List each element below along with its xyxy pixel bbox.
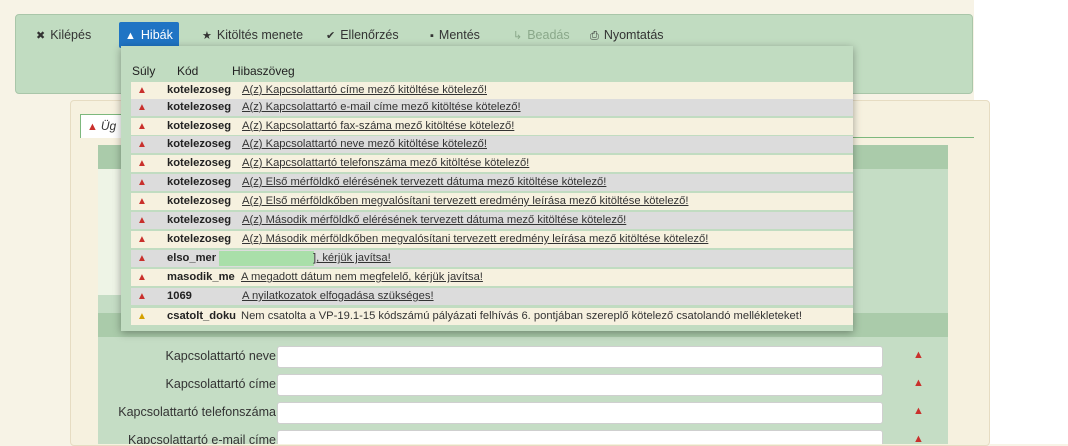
- contact-phone-input[interactable]: [277, 402, 883, 424]
- errors-table-header: Súly Kód Hibaszöveg: [121, 64, 853, 78]
- print-label: Nyomtatás: [603, 28, 664, 42]
- error-row[interactable]: ▲ kotelezoseg A(z) Kapcsolattartó fax-sz…: [131, 118, 853, 135]
- form-row: Kapcsolattartó e-mail címe ▲: [98, 428, 948, 444]
- exit-button[interactable]: ✖ Kilépés: [30, 22, 97, 48]
- error-severity-icon: ▲: [137, 158, 147, 169]
- form-row: Kapcsolattartó telefonszáma ▲: [98, 400, 948, 426]
- error-message-link[interactable]: A(z) Második mérföldkő elérésének tervez…: [242, 212, 626, 229]
- error-code: kotelezoseg: [167, 101, 232, 113]
- redacted-overlay: [219, 251, 314, 266]
- save-label: Mentés: [438, 28, 480, 42]
- field-label: Kapcsolattartó neve: [165, 349, 277, 363]
- check-label: Ellenőrzés: [340, 28, 399, 42]
- save-icon: ▪: [430, 30, 434, 42]
- star-icon: ★: [202, 30, 212, 42]
- error-severity-icon: ▲: [137, 177, 147, 188]
- error-code: kotelezoseg: [167, 120, 232, 132]
- error-message-link[interactable]: A(z) Első mérföldkőben megvalósítani ter…: [242, 193, 688, 210]
- error-severity-icon: ▲: [137, 234, 147, 245]
- error-severity-icon: ▲: [137, 85, 147, 96]
- code-column-header: Kód: [177, 64, 199, 78]
- error-code: kotelezoseg: [167, 176, 232, 188]
- error-row[interactable]: ▲ kotelezoseg A(z) Második mérföldkő elé…: [131, 212, 853, 229]
- error-code: kotelezoseg: [167, 214, 232, 226]
- errors-dropdown: Súly Kód Hibaszöveg ▲ kotelezoseg A(z) K…: [121, 46, 853, 331]
- error-code: kotelezoseg: [167, 84, 232, 96]
- warning-icon: ▲: [913, 349, 924, 361]
- save-button[interactable]: ▪ Mentés: [424, 22, 486, 48]
- error-message-link[interactable]: A(z) Első mérföldkő elérésének tervezett…: [242, 174, 606, 191]
- error-message-link[interactable]: A(z) Kapcsolattartó telefonszáma mező ki…: [242, 155, 529, 172]
- error-severity-icon: ▲: [137, 253, 147, 264]
- error-code: 1069: [167, 290, 192, 302]
- tab-label: Üg: [100, 119, 117, 133]
- error-message-link[interactable]: A megadott dátum nem megfelelő, kérjük j…: [241, 269, 483, 286]
- fill-guide-label: Kitöltés menete: [216, 28, 304, 42]
- error-message-link[interactable]: A(z) Kapcsolattartó e-mail címe mező kit…: [242, 99, 521, 116]
- contact-email-input[interactable]: [277, 430, 883, 444]
- warning-severity-icon: ▲: [137, 311, 147, 322]
- error-code: kotelezoseg: [167, 157, 232, 169]
- contact-address-input[interactable]: [277, 374, 883, 396]
- error-severity-icon: ▲: [137, 215, 147, 226]
- error-row[interactable]: ▲ kotelezoseg A(z) Kapcsolattartó neve m…: [131, 136, 853, 153]
- fill-guide-button[interactable]: ★ Kitöltés menete: [196, 22, 309, 48]
- checkmark-icon: ✔: [326, 30, 336, 42]
- error-severity-icon: ▲: [137, 272, 147, 283]
- form-row: Kapcsolattartó neve ▲: [98, 344, 948, 370]
- error-row[interactable]: ▲ kotelezoseg A(z) Első mérföldkő elérés…: [131, 174, 853, 191]
- error-message-link[interactable]: A(z) Kapcsolattartó fax-száma mező kitöl…: [242, 118, 514, 135]
- check-button[interactable]: ✔ Ellenőrzés: [320, 22, 405, 48]
- error-row[interactable]: ▲ csatolt_doku Nem csatolta a VP-19.1-15…: [131, 308, 853, 325]
- contact-name-input[interactable]: [277, 346, 883, 368]
- error-row[interactable]: ▲ masodik_me A megadott dátum nem megfel…: [131, 269, 853, 286]
- warning-icon: ▲: [913, 433, 924, 444]
- severity-column-header: Súly: [132, 64, 156, 78]
- error-message-link[interactable]: A nyilatkozatok elfogadása szükséges!: [242, 288, 434, 305]
- error-code: csatolt_doku: [167, 310, 237, 322]
- error-code: kotelezoseg: [167, 138, 232, 150]
- error-message-link[interactable]: Nem csatolta a VP-19.1-15 kódszámú pályá…: [241, 308, 802, 325]
- section-body: [98, 169, 122, 295]
- field-label: Kapcsolattartó címe: [165, 377, 276, 391]
- error-row[interactable]: ▲ elso_mer ], kérjük javítsa!: [131, 250, 853, 267]
- error-severity-icon: ▲: [137, 121, 147, 132]
- submit-button[interactable]: ↳ Beadás: [507, 22, 576, 48]
- error-message-link[interactable]: A(z) Második mérföldkőben megvalósítani …: [242, 231, 708, 248]
- message-column-header: Hibaszöveg: [232, 64, 295, 78]
- errors-button[interactable]: ▲ Hibák: [119, 22, 179, 48]
- submit-label: Beadás: [527, 28, 570, 42]
- error-code: kotelezoseg: [167, 195, 232, 207]
- field-label: Kapcsolattartó e-mail címe: [128, 433, 276, 444]
- error-code: kotelezoseg: [167, 233, 232, 245]
- error-message-link[interactable]: A(z) Kapcsolattartó címe mező kitöltése …: [242, 82, 487, 99]
- error-severity-icon: ▲: [137, 139, 147, 150]
- error-row[interactable]: ▲ kotelezoseg A(z) Kapcsolattartó telefo…: [131, 155, 853, 172]
- print-icon: ⎙: [590, 30, 599, 42]
- error-row[interactable]: ▲ kotelezoseg A(z) Kapcsolattartó e-mail…: [131, 99, 853, 116]
- error-severity-icon: ▲: [137, 102, 147, 113]
- error-row[interactable]: ▲ 1069 A nyilatkozatok elfogadása szüksé…: [131, 288, 853, 305]
- exit-label: Kilépés: [50, 28, 92, 42]
- form-row: Kapcsolattartó címe ▲: [98, 372, 948, 398]
- warning-icon: ▲: [125, 30, 136, 42]
- warning-icon: ▲: [87, 121, 98, 133]
- warning-icon: ▲: [913, 405, 924, 417]
- submit-arrow-icon: ↳: [513, 30, 523, 42]
- error-row[interactable]: ▲ kotelezoseg A(z) Második mérföldkőben …: [131, 231, 853, 248]
- close-icon: ✖: [36, 30, 46, 42]
- error-row[interactable]: ▲ kotelezoseg A(z) Első mérföldkőben meg…: [131, 193, 853, 210]
- error-code: elso_mer: [167, 252, 217, 264]
- error-code: masodik_me: [167, 271, 235, 283]
- warning-icon: ▲: [913, 377, 924, 389]
- error-severity-icon: ▲: [137, 291, 147, 302]
- error-message-link[interactable]: A(z) Kapcsolattartó neve mező kitöltése …: [242, 136, 487, 153]
- error-severity-icon: ▲: [137, 196, 147, 207]
- errors-label: Hibák: [140, 28, 173, 42]
- field-label: Kapcsolattartó telefonszáma: [118, 405, 276, 419]
- error-message-link[interactable]: ], kérjük javítsa!: [313, 250, 391, 267]
- error-row[interactable]: ▲ kotelezoseg A(z) Kapcsolattartó címe m…: [131, 82, 853, 99]
- print-button[interactable]: ⎙ Nyomtatás: [584, 22, 670, 48]
